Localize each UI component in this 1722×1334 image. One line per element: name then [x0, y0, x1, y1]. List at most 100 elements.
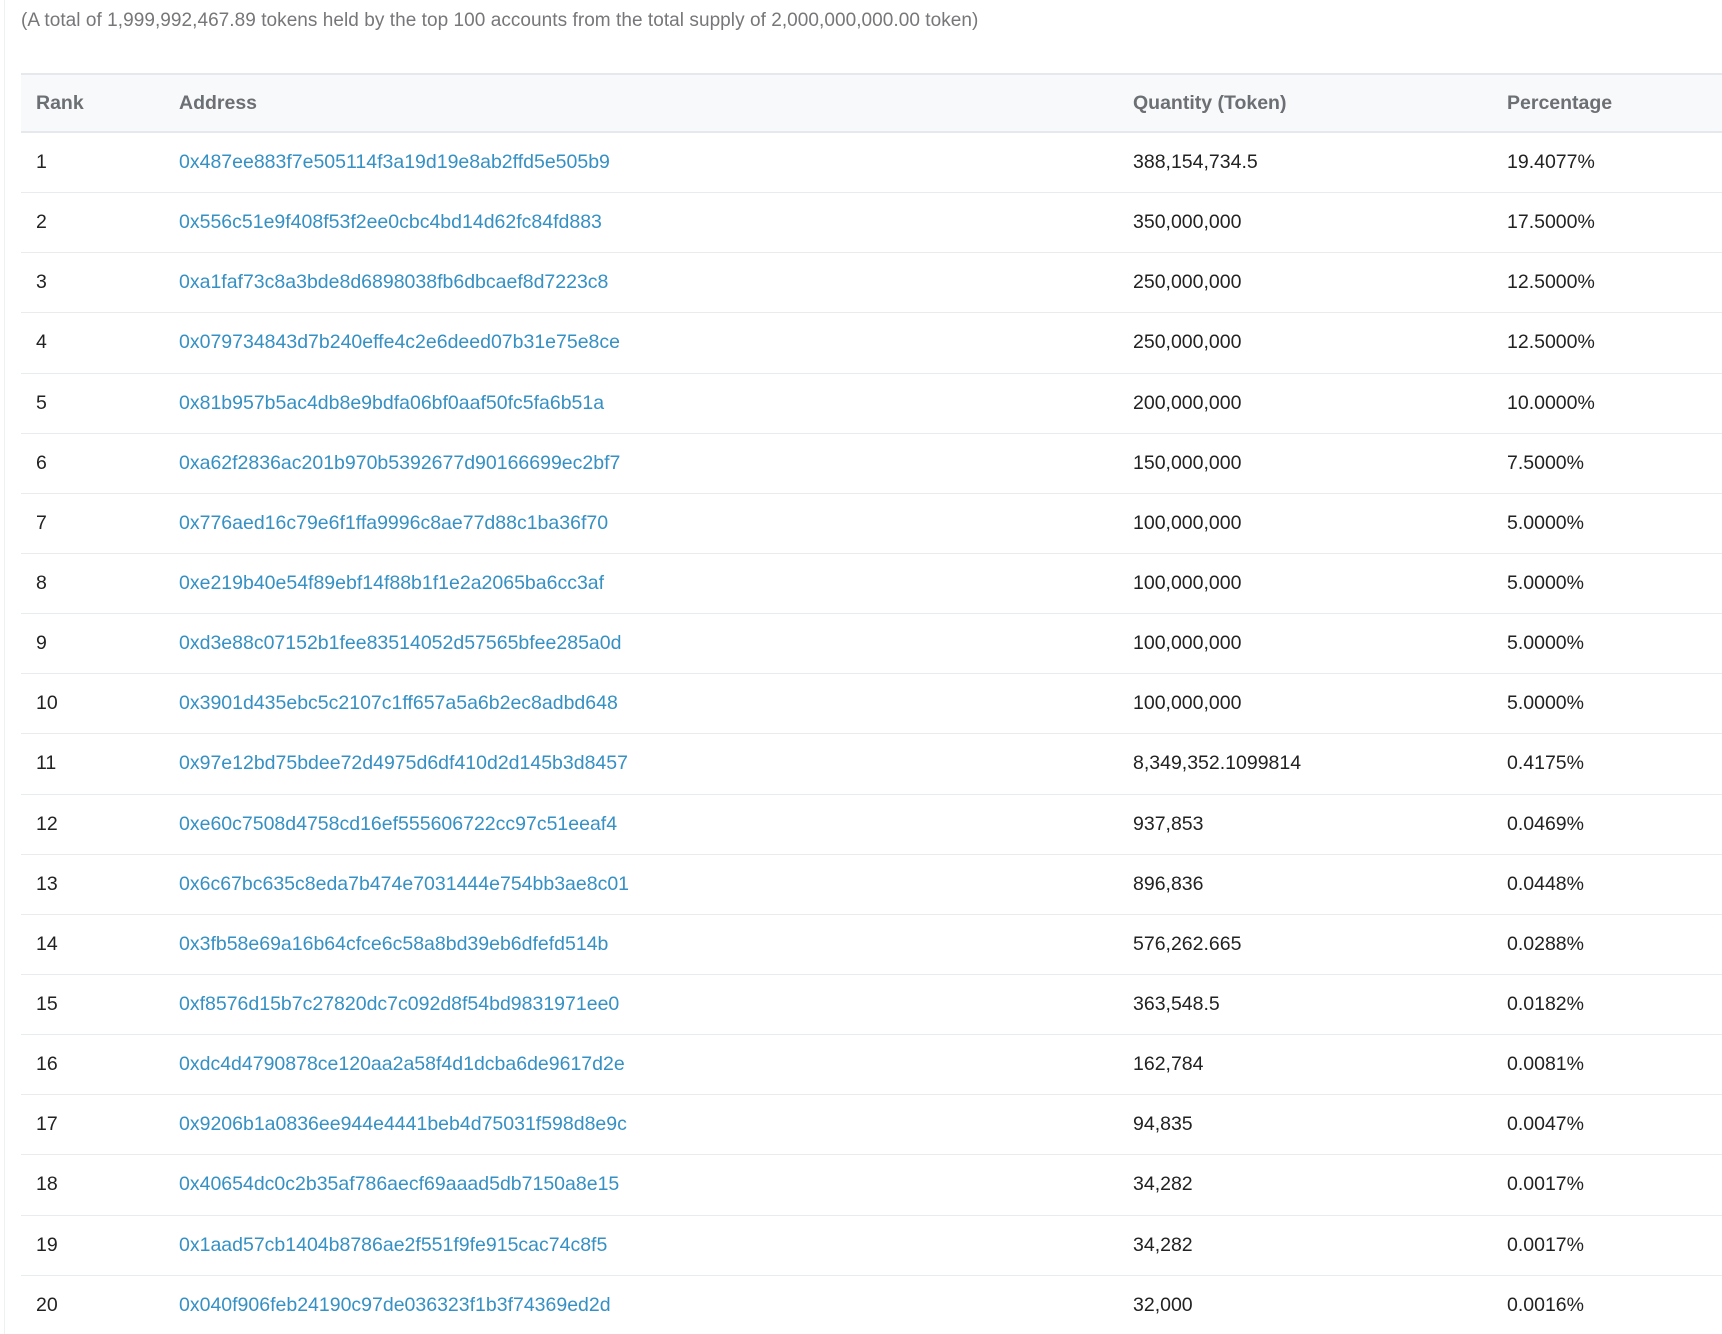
address-link[interactable]: 0x40654dc0c2b35af786aecf69aaad5db7150a8e… — [179, 1173, 619, 1196]
token-holders-page: (A total of 1,999,992,467.89 tokens held… — [0, 0, 1722, 1334]
address-link[interactable]: 0xe60c7508d4758cd16ef555606722cc97c51eea… — [179, 813, 617, 836]
percentage-cell: 0.0288% — [1507, 932, 1584, 955]
percentage-cell: 5.0000% — [1507, 572, 1584, 595]
table-row: 3 0xa1faf73c8a3bde8d6898038fb6dbcaef8d722… — [21, 253, 1722, 314]
quantity-cell: 34,282 — [1133, 1233, 1193, 1256]
address-link[interactable]: 0xa1faf73c8a3bde8d6898038fb6dbcaef8d7223… — [179, 271, 608, 294]
address-link[interactable]: 0x6c67bc635c8eda7b474e7031444e754bb3ae8c… — [179, 873, 629, 896]
rank-cell: 11 — [36, 752, 57, 775]
header-percentage: Percentage — [1507, 91, 1613, 114]
address-link[interactable]: 0x81b957b5ac4db8e9bdfa06bf0aaf50fc5fa6b5… — [179, 392, 604, 415]
table-row: 15 0xf8576d15b7c27820dc7c092d8f54bd983197… — [21, 975, 1722, 1036]
holders-table: Rank Address Quantity (Token) Percentage… — [21, 73, 1722, 1334]
address-link[interactable]: 0x3fb58e69a16b64cfce6c58a8bd39eb6dfefd51… — [179, 933, 608, 956]
address-cell: 0x556c51e9f408f53f2ee0cbc4bd14d62fc84fd8… — [179, 193, 602, 252]
quantity-cell: 350,000,000 — [1133, 211, 1242, 234]
header-quantity: Quantity (Token) — [1133, 91, 1287, 114]
address-cell: 0xa62f2836ac201b970b5392677d90166699ec2b… — [179, 434, 620, 493]
address-link[interactable]: 0xf8576d15b7c27820dc7c092d8f54bd9831971e… — [179, 993, 619, 1016]
rank-cell: 12 — [36, 812, 58, 835]
table-header-row: Rank Address Quantity (Token) Percentage — [21, 73, 1722, 133]
rank-cell: 1 — [36, 151, 47, 174]
address-link[interactable]: 0x97e12bd75bdee72d4975d6df410d2d145b3d84… — [179, 752, 628, 775]
holders-summary-text: (A total of 1,999,992,467.89 tokens held… — [21, 10, 979, 31]
rank-cell: 19 — [36, 1233, 58, 1256]
percentage-cell: 0.0081% — [1507, 1053, 1584, 1076]
percentage-cell: 0.4175% — [1507, 752, 1584, 775]
address-link[interactable]: 0x776aed16c79e6f1ffa9996c8ae77d88c1ba36f… — [179, 512, 608, 535]
address-cell: 0x9206b1a0836ee944e4441beb4d75031f598d8e… — [179, 1095, 627, 1154]
quantity-cell: 250,000,000 — [1133, 271, 1242, 294]
address-cell: 0xf8576d15b7c27820dc7c092d8f54bd9831971e… — [179, 975, 619, 1034]
address-cell: 0xd3e88c07152b1fee83514052d57565bfee285a… — [179, 614, 621, 673]
percentage-cell: 0.0016% — [1507, 1293, 1584, 1316]
address-link[interactable]: 0x079734843d7b240effe4c2e6deed07b31e75e8… — [179, 331, 620, 354]
quantity-cell: 250,000,000 — [1133, 331, 1242, 354]
percentage-cell: 0.0182% — [1507, 993, 1584, 1016]
quantity-cell: 100,000,000 — [1133, 692, 1242, 715]
percentage-cell: 0.0047% — [1507, 1113, 1584, 1136]
table-row: 9 0xd3e88c07152b1fee83514052d57565bfee285… — [21, 614, 1722, 675]
address-cell: 0x1aad57cb1404b8786ae2f551f9fe915cac74c8… — [179, 1216, 607, 1275]
quantity-cell: 100,000,000 — [1133, 572, 1242, 595]
quantity-cell: 162,784 — [1133, 1053, 1204, 1076]
quantity-cell: 32,000 — [1133, 1293, 1193, 1316]
quantity-cell: 8,349,352.1099814 — [1133, 752, 1302, 775]
table-row: 7 0x776aed16c79e6f1ffa9996c8ae77d88c1ba36… — [21, 494, 1722, 554]
address-link[interactable]: 0x3901d435ebc5c2107c1ff657a5a6b2ec8adbd6… — [179, 692, 618, 715]
address-cell: 0x97e12bd75bdee72d4975d6df410d2d145b3d84… — [179, 734, 628, 793]
rank-cell: 13 — [36, 872, 58, 895]
quantity-cell: 896,836 — [1133, 872, 1204, 895]
address-cell: 0xa1faf73c8a3bde8d6898038fb6dbcaef8d7223… — [179, 253, 608, 312]
address-link[interactable]: 0x9206b1a0836ee944e4441beb4d75031f598d8e… — [179, 1113, 627, 1136]
rank-cell: 14 — [36, 932, 58, 955]
rank-cell: 9 — [36, 632, 47, 655]
address-cell: 0x3901d435ebc5c2107c1ff657a5a6b2ec8adbd6… — [179, 674, 618, 733]
table-row: 13 0x6c67bc635c8eda7b474e7031444e754bb3ae… — [21, 855, 1722, 915]
address-link[interactable]: 0x1aad57cb1404b8786ae2f551f9fe915cac74c8… — [179, 1234, 607, 1257]
address-link[interactable]: 0xdc4d4790878ce120aa2a58f4d1dcba6de9617d… — [179, 1053, 625, 1076]
percentage-cell: 12.5000% — [1507, 331, 1595, 354]
table-row: 8 0xe219b40e54f89ebf14f88b1f1e2a2065ba6cc… — [21, 554, 1722, 615]
rank-cell: 17 — [36, 1113, 58, 1136]
address-link[interactable]: 0xa62f2836ac201b970b5392677d90166699ec2b… — [179, 452, 620, 475]
percentage-cell: 5.0000% — [1507, 511, 1584, 534]
rank-cell: 4 — [36, 331, 47, 354]
rank-cell: 6 — [36, 451, 47, 474]
quantity-cell: 150,000,000 — [1133, 451, 1242, 474]
percentage-cell: 5.0000% — [1507, 692, 1584, 715]
table-row: 4 0x079734843d7b240effe4c2e6deed07b31e75e… — [21, 313, 1722, 374]
quantity-cell: 363,548.5 — [1133, 993, 1220, 1016]
quantity-cell: 100,000,000 — [1133, 511, 1242, 534]
quantity-cell: 100,000,000 — [1133, 632, 1242, 655]
quantity-cell: 34,282 — [1133, 1173, 1193, 1196]
rank-cell: 8 — [36, 572, 47, 595]
address-cell: 0xdc4d4790878ce120aa2a58f4d1dcba6de9617d… — [179, 1035, 625, 1094]
address-cell: 0x3fb58e69a16b64cfce6c58a8bd39eb6dfefd51… — [179, 915, 608, 974]
percentage-cell: 12.5000% — [1507, 271, 1595, 294]
table-row: 17 0x9206b1a0836ee944e4441beb4d75031f598d… — [21, 1095, 1722, 1156]
address-link[interactable]: 0x040f906feb24190c97de036323f1b3f74369ed… — [179, 1294, 611, 1317]
address-link[interactable]: 0x487ee883f7e505114f3a19d19e8ab2ffd5e505… — [179, 151, 610, 174]
address-cell: 0x487ee883f7e505114f3a19d19e8ab2ffd5e505… — [179, 133, 610, 192]
rank-cell: 18 — [36, 1173, 58, 1196]
rank-cell: 15 — [36, 993, 58, 1016]
percentage-cell: 0.0448% — [1507, 872, 1584, 895]
table-row: 16 0xdc4d4790878ce120aa2a58f4d1dcba6de961… — [21, 1035, 1722, 1096]
address-cell: 0x776aed16c79e6f1ffa9996c8ae77d88c1ba36f… — [179, 494, 608, 553]
header-rank: Rank — [36, 91, 84, 114]
percentage-cell: 10.0000% — [1507, 391, 1595, 414]
table-row: 14 0x3fb58e69a16b64cfce6c58a8bd39eb6dfefd… — [21, 915, 1722, 975]
rank-cell: 10 — [36, 692, 58, 715]
table-row: 12 0xe60c7508d4758cd16ef555606722cc97c51e… — [21, 795, 1722, 855]
percentage-cell: 7.5000% — [1507, 451, 1584, 474]
rank-cell: 16 — [36, 1053, 58, 1076]
address-cell: 0x079734843d7b240effe4c2e6deed07b31e75e8… — [179, 313, 620, 372]
address-link[interactable]: 0xd3e88c07152b1fee83514052d57565bfee285a… — [179, 632, 621, 655]
address-link[interactable]: 0xe219b40e54f89ebf14f88b1f1e2a2065ba6cc3… — [179, 572, 604, 595]
address-link[interactable]: 0x556c51e9f408f53f2ee0cbc4bd14d62fc84fd8… — [179, 211, 602, 234]
address-cell: 0xe60c7508d4758cd16ef555606722cc97c51eea… — [179, 795, 617, 854]
percentage-cell: 5.0000% — [1507, 632, 1584, 655]
rank-cell: 5 — [36, 391, 47, 414]
percentage-cell: 19.4077% — [1507, 151, 1595, 174]
